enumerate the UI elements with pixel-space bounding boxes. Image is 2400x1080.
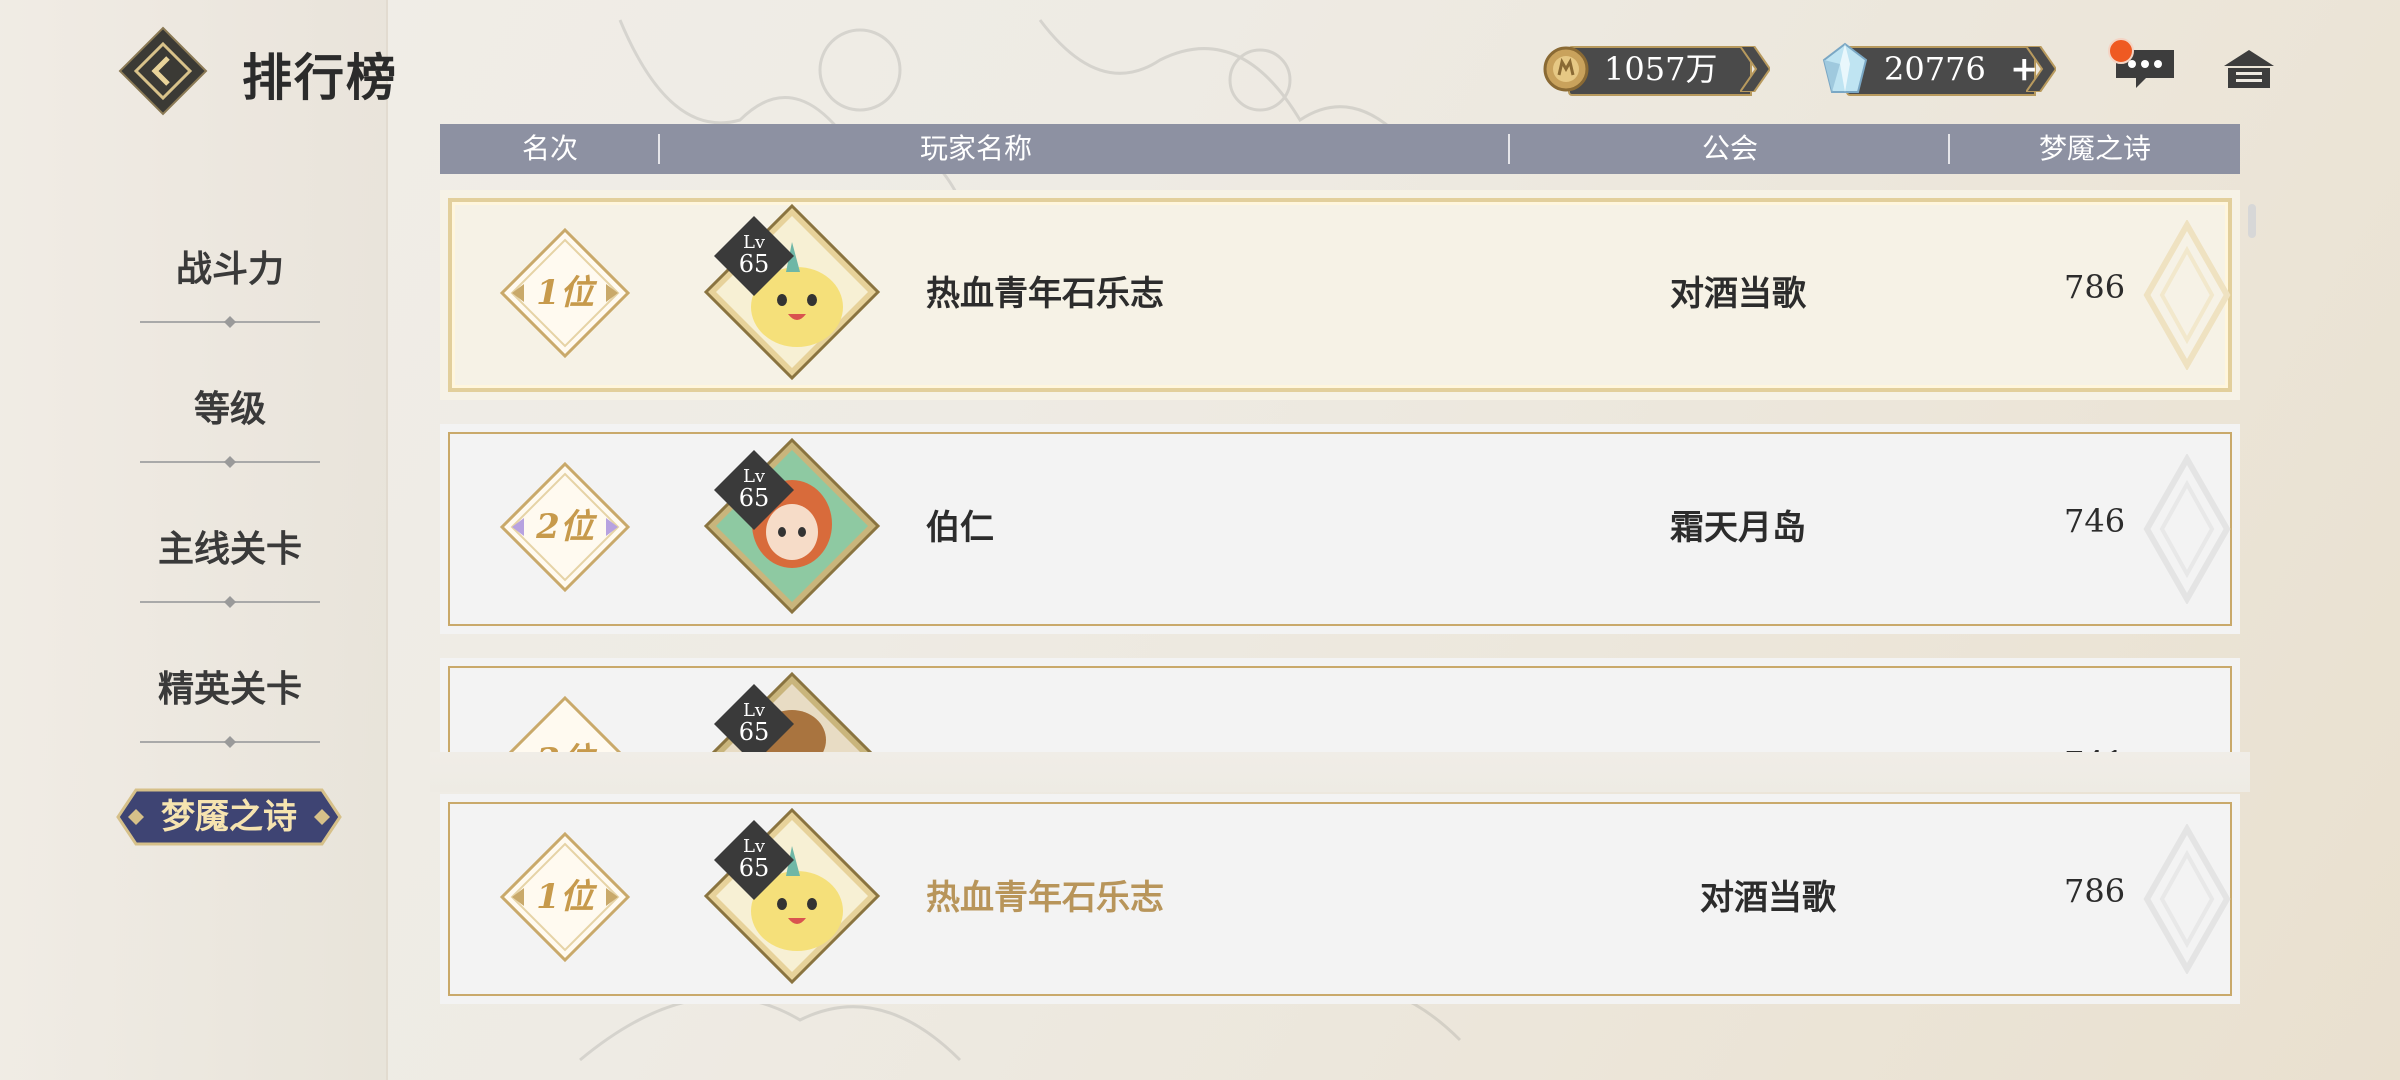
gold-coin-icon: [1543, 46, 1589, 92]
rank-text: 2位: [535, 507, 598, 547]
column-nightmare-poem: 梦魇之诗: [2038, 132, 2151, 165]
diamond-ornament: [2143, 220, 2231, 370]
score-value: 786: [2064, 268, 2126, 306]
rank-badge: 3位: [502, 695, 628, 758]
guild-name: 对酒当歌: [1670, 274, 1806, 314]
level-badge: Lv 65: [714, 216, 794, 296]
crystal-value: 20776: [1884, 50, 1986, 88]
sidebar-item-label: 精英关卡: [157, 668, 302, 710]
player-name: 热血青年石乐志: [926, 274, 1164, 314]
table-row[interactable]: 2位 Lv 65 伯仁 霜天月岛 746: [440, 424, 2240, 634]
scrollbar[interactable]: [2248, 204, 2256, 238]
rank-text: 1位: [536, 877, 598, 917]
diamond-ornament: [2143, 824, 2231, 974]
column-guild: 公会: [1701, 132, 1758, 165]
level-value: 65: [739, 484, 770, 512]
back-button[interactable]: [118, 26, 208, 116]
gold-value: 1057万: [1604, 50, 1718, 88]
arrow-icon: [1740, 46, 1770, 92]
column-rank: 名次: [521, 132, 578, 165]
sidebar-item-label: 主线关卡: [157, 528, 302, 570]
score-value: 786: [2064, 872, 2126, 910]
page-title: 排行榜: [242, 48, 398, 107]
rank-badge: 1位: [499, 227, 631, 359]
level-badge: Lv 65: [714, 450, 794, 530]
sidebar-item-nightmare-poem[interactable]: 梦魇之诗: [116, 786, 342, 848]
sidebar-item-main-stage[interactable]: 主线关卡: [40, 506, 420, 616]
sidebar-item-elite-stage[interactable]: 精英关卡: [40, 646, 420, 756]
level-value: 65: [739, 854, 770, 882]
rank-text: 1位: [536, 273, 598, 313]
level-value: 65: [739, 718, 770, 746]
notification-dot: [2108, 38, 2134, 64]
sidebar-item-level[interactable]: 等级: [40, 366, 420, 476]
crystal-icon: [1822, 42, 1868, 93]
guild-name: 对酒当歌: [1700, 878, 1836, 918]
table-header: 名次 玩家名称 公会 梦魇之诗: [440, 124, 2240, 174]
score-value: 746: [2064, 502, 2126, 540]
divider-ornament: [140, 596, 320, 608]
my-rank-row[interactable]: 1位 Lv 65 热血青年石乐志 对酒当歌 786: [440, 794, 2240, 1004]
divider-ornament: [140, 736, 320, 748]
level-badge: Lv 65: [714, 684, 794, 758]
table-row[interactable]: 1位 Lv 65 热血青年石乐志 对酒当歌 786: [440, 190, 2240, 400]
crystal-resource[interactable]: 20776 +: [1820, 42, 2060, 96]
rank-badge: 1位: [499, 831, 631, 963]
sidebar-item-label: 等级: [193, 388, 266, 430]
sidebar-item-label: 战斗力: [175, 248, 284, 290]
player-name: 伯仁: [926, 508, 994, 548]
list-fade: [430, 752, 2250, 792]
table-row[interactable]: 3位 Lv 65 霜天月岛 741: [440, 658, 2240, 758]
rank-badge: 2位: [499, 461, 631, 593]
sidebar-item-combat-power[interactable]: 战斗力: [40, 226, 420, 336]
divider-ornament: [140, 316, 320, 328]
divider-ornament: [140, 456, 320, 468]
player-name: 热血青年石乐志: [926, 878, 1164, 918]
home-icon[interactable]: [2222, 48, 2276, 90]
gold-resource[interactable]: 1057万: [1542, 46, 1778, 96]
level-value: 65: [739, 250, 770, 278]
add-crystal-button[interactable]: +: [2010, 46, 2039, 92]
diamond-ornament: [2143, 454, 2231, 604]
level-badge: Lv 65: [714, 820, 794, 900]
guild-name: 霜天月岛: [1670, 508, 1806, 548]
sidebar-item-label: 梦魇之诗: [161, 797, 297, 837]
